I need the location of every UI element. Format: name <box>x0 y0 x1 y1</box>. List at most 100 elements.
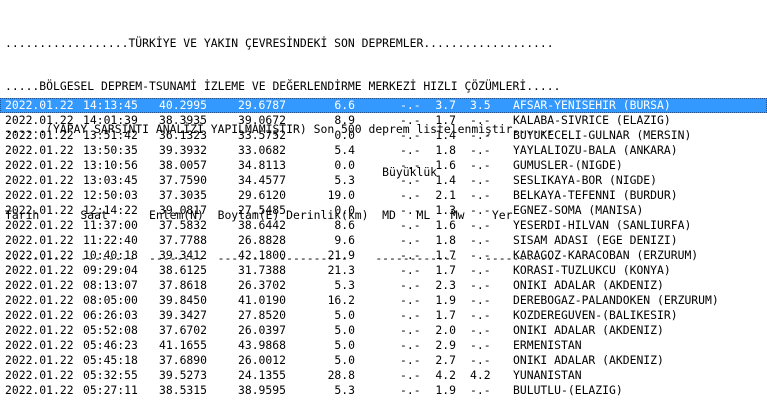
row-magnitude-mw: -.- <box>470 218 491 232</box>
row-depth: 0.0 <box>334 203 355 217</box>
row-date: 2022.01.22 <box>5 338 74 352</box>
row-date: 2022.01.22 <box>5 368 74 382</box>
table-row[interactable]: 2022.01.22 06:26:03 39.3427 27.8520 5.0 -.- 1.… <box>0 308 767 323</box>
row-magnitude-ml: 1.6 <box>435 218 456 232</box>
row-magnitude-ml: 1.6 <box>435 158 456 172</box>
row-latitude: 38.5315 <box>159 383 208 397</box>
row-magnitude-ml: 2.0 <box>435 323 456 337</box>
row-latitude: 37.7788 <box>159 233 208 247</box>
row-time: 11:37:00 <box>83 218 138 232</box>
row-date: 2022.01.22 <box>5 308 74 322</box>
row-time: 05:45:18 <box>83 353 138 367</box>
row-depth: 5.0 <box>334 353 355 367</box>
row-latitude: 39.3412 <box>159 248 208 262</box>
table-row[interactable]: 2022.01.22 12:50:03 37.3035 29.6120 19.0 -.- 2… <box>0 188 767 203</box>
row-latitude: 38.6125 <box>159 263 208 277</box>
row-depth: 5.3 <box>334 383 355 397</box>
row-longitude: 26.0012 <box>237 353 286 367</box>
row-latitude: 39.3932 <box>159 143 208 157</box>
row-magnitude-ml: 1.9 <box>435 383 456 397</box>
row-location: KALABA-SIVRICE (ELAZIG) <box>513 113 671 127</box>
table-row[interactable]: 2022.01.22 10:40:18 39.3412 42.1800 21.9 -.- 1… <box>0 248 767 263</box>
row-depth: 8.9 <box>334 113 355 127</box>
row-longitude: 29.6120 <box>237 188 286 202</box>
row-longitude: 33.0682 <box>237 143 286 157</box>
row-latitude: 37.5832 <box>159 218 208 232</box>
row-magnitude-md: -.- <box>400 353 421 367</box>
table-row[interactable]: 2022.01.22 08:05:00 39.8450 41.0190 16.2 -.- 1… <box>0 293 767 308</box>
row-magnitude-ml: 1.7 <box>435 263 456 277</box>
table-row[interactable]: 2022.01.22 05:27:11 38.5315 38.9595 5.3 -.- 1.… <box>0 383 767 398</box>
row-location: BELKAYA-TEFENNI (BURDUR) <box>513 188 678 202</box>
table-row-selected[interactable]: 2022.01.22 14:13:45 40.2995 29.6787 6.6 -.- 3.… <box>0 98 767 113</box>
row-latitude: 37.6702 <box>159 323 208 337</box>
row-location: KARAGOZ-KARACOBAN (ERZURUM) <box>513 248 699 262</box>
row-time: 13:50:35 <box>83 143 138 157</box>
row-depth: 8.6 <box>334 218 355 232</box>
row-time: 11:22:40 <box>83 233 138 247</box>
row-latitude: 39.5273 <box>159 368 208 382</box>
row-magnitude-mw: -.- <box>470 383 491 397</box>
row-longitude: 31.7388 <box>237 263 286 277</box>
row-magnitude-mw: 3.5 <box>470 98 491 112</box>
table-row[interactable]: 2022.01.22 09:29:04 38.6125 31.7388 21.3 -.- 1… <box>0 263 767 278</box>
row-magnitude-md: -.- <box>400 278 421 292</box>
table-row[interactable]: 2022.01.22 11:22:40 37.7788 26.8828 9.6 -.- 1.… <box>0 233 767 248</box>
row-location: YUNANISTAN <box>513 368 582 382</box>
row-latitude: 37.6890 <box>159 353 208 367</box>
row-time: 12:50:03 <box>83 188 138 202</box>
table-row[interactable]: 2022.01.22 05:52:08 37.6702 26.0397 5.0 -.- 2.… <box>0 323 767 338</box>
row-depth: 5.0 <box>334 323 355 337</box>
table-row[interactable]: 2022.01.22 08:13:07 37.8618 26.3702 5.3 -.- 2.… <box>0 278 767 293</box>
row-longitude: 41.0190 <box>237 293 286 307</box>
table-row[interactable]: 2022.01.22 12:14:22 39.0817 27.5485 0.0 -.- 1.… <box>0 203 767 218</box>
row-magnitude-mw: -.- <box>470 278 491 292</box>
table-row[interactable]: 2022.01.22 13:50:35 39.3932 33.0682 5.4 -.- 1.… <box>0 143 767 158</box>
row-magnitude-md: -.- <box>400 218 421 232</box>
row-latitude: 36.1323 <box>159 128 208 142</box>
row-longitude: 38.6442 <box>237 218 286 232</box>
row-latitude: 38.3935 <box>159 113 208 127</box>
table-row[interactable]: 2022.01.22 13:03:45 37.7590 34.4577 5.3 -.- 1.… <box>0 173 767 188</box>
row-magnitude-mw: -.- <box>470 308 491 322</box>
table-row[interactable]: 2022.01.22 05:45:18 37.6890 26.0012 5.0 -.- 2.… <box>0 353 767 368</box>
row-magnitude-md: -.- <box>400 323 421 337</box>
row-date: 2022.01.22 <box>5 278 74 292</box>
row-magnitude-mw: -.- <box>470 173 491 187</box>
row-time: 13:03:45 <box>83 173 138 187</box>
row-magnitude-md: -.- <box>400 173 421 187</box>
row-magnitude-md: -.- <box>400 293 421 307</box>
row-magnitude-md: -.- <box>400 248 421 262</box>
row-magnitude-mw: -.- <box>470 293 491 307</box>
row-longitude: 29.6787 <box>237 98 286 112</box>
row-location: GUMUSLER-(NIGDE) <box>513 158 623 172</box>
row-magnitude-ml: 1.3 <box>435 203 456 217</box>
row-date: 2022.01.22 <box>5 128 74 142</box>
row-location: YAYLALIOZU-BALA (ANKARA) <box>513 143 678 157</box>
row-longitude: 26.0397 <box>237 323 286 337</box>
table-row[interactable]: 2022.01.22 05:32:55 39.5273 24.1355 28.8 -.- 4… <box>0 368 767 383</box>
row-magnitude-md: -.- <box>400 113 421 127</box>
table-row[interactable]: 2022.01.22 13:51:42 36.1323 33.5752 0.0 -.- 1.… <box>0 128 767 143</box>
row-magnitude-mw: -.- <box>470 323 491 337</box>
row-magnitude-md: -.- <box>400 203 421 217</box>
table-row[interactable]: 2022.01.22 05:46:23 41.1655 43.9868 5.0 -.- 2.… <box>0 338 767 353</box>
row-longitude: 27.8520 <box>237 308 286 322</box>
table-row[interactable]: 2022.01.22 13:10:56 38.0057 34.8113 0.0 -.- 1.… <box>0 158 767 173</box>
row-longitude: 24.1355 <box>237 368 286 382</box>
row-location: KORASI-TUZLUKCU (KONYA) <box>513 263 671 277</box>
row-longitude: 34.8113 <box>237 158 286 172</box>
row-depth: 5.0 <box>334 338 355 352</box>
row-location: DEREBOGAZ-PALANDOKEN (ERZURUM) <box>513 293 719 307</box>
row-time: 09:29:04 <box>83 263 138 277</box>
row-magnitude-ml: 1.7 <box>435 248 456 262</box>
row-depth: 21.9 <box>327 248 355 262</box>
table-row[interactable]: 2022.01.22 11:37:00 37.5832 38.6442 8.6 -.- 1.… <box>0 218 767 233</box>
row-location: AFSAR-YENISEHIR (BURSA) <box>513 98 671 112</box>
row-magnitude-mw: -.- <box>470 353 491 367</box>
row-magnitude-md: -.- <box>400 158 421 172</box>
row-time: 05:52:08 <box>83 323 138 337</box>
row-magnitude-md: -.- <box>400 338 421 352</box>
table-row[interactable]: 2022.01.22 14:01:39 38.3935 39.0672 8.9 -.- 1.… <box>0 113 767 128</box>
row-magnitude-mw: -.- <box>470 338 491 352</box>
